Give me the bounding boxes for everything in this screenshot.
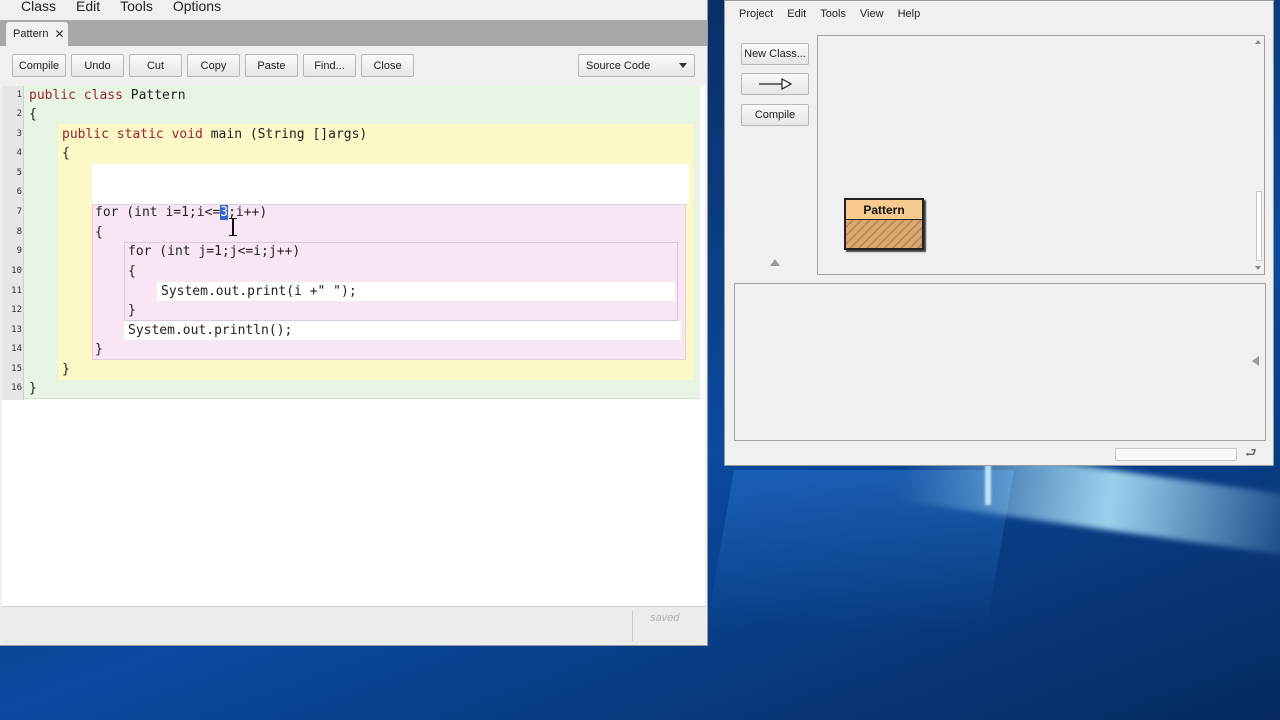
menu-tools[interactable]: Tools [110, 0, 163, 13]
view-select[interactable]: Source Code [578, 54, 695, 77]
editor-toolbar: Compile Undo Cut Copy Paste Find... Clos… [0, 46, 707, 86]
menu-tools[interactable]: Tools [820, 8, 846, 20]
line-number-gutter: 1 2 3 4 5 6 7 8 9 10 11 12 13 14 15 16 [2, 86, 24, 400]
code-line-2: { [29, 107, 37, 122]
class-box-uncompiled-hatch [846, 220, 922, 248]
editor-statusbar: saved [2, 606, 706, 644]
code-line-11: System.out.print(i +" "); [161, 284, 357, 299]
line-number: 1 [16, 90, 22, 100]
undo-button[interactable]: Undo [71, 54, 124, 77]
chevron-down-icon [679, 63, 687, 68]
code-line-16: } [29, 381, 37, 396]
line-number: 9 [16, 246, 22, 256]
text-cursor-icon [229, 218, 237, 236]
line-number: 14 [11, 344, 22, 354]
code-line-9: for (int j=1;j<=i;j++) [128, 244, 301, 259]
code-line-10: { [128, 264, 136, 279]
class-box-pattern[interactable]: Pattern [844, 198, 924, 250]
cut-button[interactable]: Cut [129, 54, 182, 77]
compile-button[interactable]: Compile [12, 54, 66, 77]
method-body-blank [92, 164, 689, 204]
compile-button[interactable]: Compile [741, 104, 809, 126]
editor-window: Class Edit Tools Options Pattern ✕ Compi… [0, 0, 708, 646]
selected-text: 3 [220, 205, 229, 220]
code-text: main (String []args) [202, 127, 368, 142]
line-number: 13 [11, 325, 22, 335]
line-number: 3 [16, 129, 22, 139]
line-number: 15 [11, 364, 22, 374]
line-number: 11 [11, 286, 22, 296]
return-icon[interactable]: ⮐ [1245, 446, 1261, 462]
code-text: for (int i=1;i<= [95, 205, 221, 220]
menu-edit[interactable]: Edit [787, 8, 806, 20]
arrow-right-icon [759, 78, 792, 90]
scroll-up-icon[interactable] [1255, 40, 1261, 44]
paste-button[interactable]: Paste [245, 54, 298, 77]
editor-menubar: Class Edit Tools Options [0, 0, 707, 20]
line-number: 2 [16, 109, 22, 119]
code-line-1: public class Pattern [29, 88, 186, 104]
editor-tabstrip: Pattern ✕ [0, 20, 707, 46]
line-number: 6 [16, 187, 22, 197]
code-line-15: } [62, 362, 70, 377]
status-field [1115, 448, 1237, 461]
code-line-13: System.out.println(); [128, 323, 293, 338]
menu-edit[interactable]: Edit [66, 0, 110, 13]
save-status: saved [650, 612, 680, 624]
class-box-name: Pattern [846, 200, 922, 220]
scrollbar-thumb[interactable] [1256, 191, 1262, 261]
line-number: 8 [16, 227, 22, 237]
code-text: Pattern [122, 88, 186, 103]
line-number: 5 [16, 168, 22, 178]
expand-up-icon[interactable] [770, 259, 780, 266]
menu-project[interactable]: Project [739, 8, 773, 20]
scroll-down-icon[interactable] [1255, 266, 1261, 270]
code-line-4: { [62, 146, 70, 161]
project-window: Project Edit Tools View Help New Class..… [724, 0, 1274, 466]
vertical-scrollbar[interactable] [1252, 36, 1264, 274]
line-number: 12 [11, 305, 22, 315]
project-menubar: Project Edit Tools View Help [725, 1, 1273, 27]
line-number: 7 [16, 207, 22, 217]
tab-label: Pattern [13, 28, 49, 40]
close-icon[interactable]: ✕ [54, 27, 64, 41]
find-button[interactable]: Find... [303, 54, 356, 77]
keyword: public class [29, 88, 123, 103]
close-button[interactable]: Close [361, 54, 414, 77]
class-diagram-canvas[interactable]: Pattern [817, 35, 1265, 275]
status-divider [632, 611, 633, 641]
menu-view[interactable]: View [860, 8, 884, 20]
line-number: 10 [11, 266, 22, 276]
tab-pattern[interactable]: Pattern ✕ [6, 22, 68, 46]
collapse-left-icon[interactable] [1252, 356, 1259, 366]
code-line-8: { [95, 225, 103, 240]
keyword: public static void [62, 127, 203, 142]
menu-class[interactable]: Class [0, 0, 66, 13]
code-line-7: for (int i=1;i<=3;i++) [95, 205, 267, 221]
view-select-value: Source Code [586, 59, 651, 72]
object-bench[interactable] [734, 283, 1266, 441]
code-line-12: } [128, 303, 136, 318]
code-line-14: } [95, 342, 103, 357]
wallpaper-light-beam [985, 465, 991, 505]
code-line-3: public static void main (String []args) [62, 127, 367, 143]
menu-help[interactable]: Help [898, 8, 921, 20]
menu-options[interactable]: Options [163, 0, 231, 13]
line-number: 16 [11, 383, 22, 393]
new-class-button[interactable]: New Class... [741, 43, 809, 65]
copy-button[interactable]: Copy [187, 54, 240, 77]
line-number: 4 [16, 148, 22, 158]
inheritance-arrow-button[interactable] [741, 73, 809, 95]
code-editor[interactable]: 1 2 3 4 5 6 7 8 9 10 11 12 13 14 15 16 p… [2, 86, 705, 606]
